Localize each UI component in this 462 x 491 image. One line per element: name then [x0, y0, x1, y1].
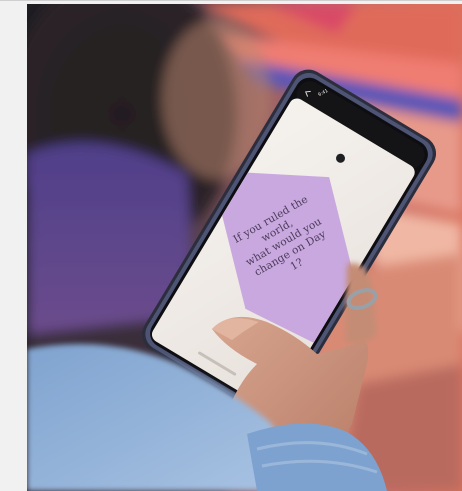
- left-margin: [0, 1, 27, 491]
- top-divider: [0, 0, 462, 1]
- image-frame: 9:41 If you ruled the world, what would …: [0, 0, 462, 491]
- phone-photo: 9:41 If you ruled the world, what would …: [27, 4, 462, 491]
